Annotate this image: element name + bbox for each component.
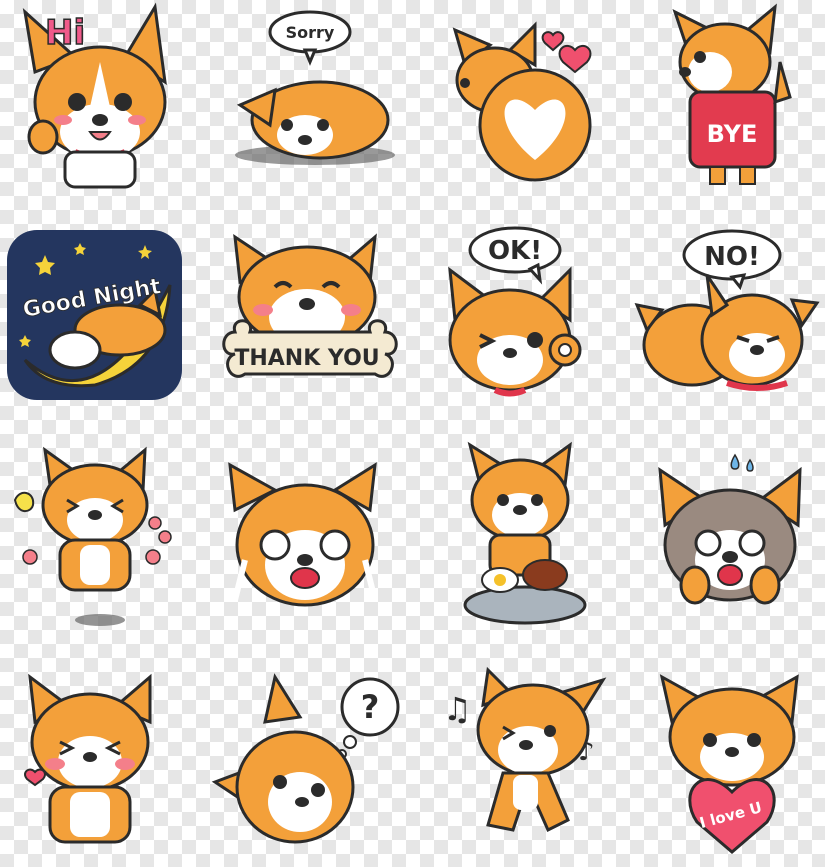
sticker-happy-jump	[5, 445, 195, 640]
sticker-text: NO!	[704, 242, 760, 272]
sticker-eating	[455, 440, 645, 635]
sweat-drop-icon	[730, 453, 754, 472]
thought-bubble: ?	[337, 677, 400, 759]
sticker-hi: Hi	[5, 2, 195, 197]
corgi-sweater: BYE	[672, 3, 792, 185]
sticker-text: Hi	[45, 13, 85, 53]
corgi-eating	[467, 441, 572, 577]
sticker-text: BYE	[707, 120, 758, 148]
sticker-thank-you: THANK YOU	[215, 232, 405, 427]
sticker-sorry: Sorry	[215, 10, 405, 205]
heart-icon	[24, 768, 46, 787]
sticker-text: Sorry	[286, 23, 335, 42]
corgi-shocked	[658, 466, 802, 605]
sticker-no: NO!	[632, 225, 822, 420]
sticker-ok: OK!	[440, 225, 630, 420]
steak-icon	[522, 559, 568, 591]
speech-bubble: OK!	[468, 226, 562, 285]
corgi-lying	[235, 80, 395, 165]
heart-icon	[541, 31, 592, 74]
speech-bubble: NO!	[682, 229, 782, 291]
sticker-text: THANK YOU	[234, 346, 379, 371]
corgi-laughing	[28, 673, 152, 844]
corgi-confused	[211, 673, 355, 844]
sticker-grid: Hi Sorry BYE Good Night THANK YOU OK! NO…	[0, 0, 825, 854]
corgi-jumping	[41, 446, 149, 592]
sticker-laughing	[20, 672, 210, 867]
sticker-i-love-u: I love U	[652, 672, 825, 867]
corgi-crying	[228, 462, 378, 607]
corgi-wink	[448, 266, 582, 397]
sticker-shocked	[650, 445, 825, 640]
butterfly-icon	[13, 491, 35, 513]
music-note-icon: ♫	[443, 690, 472, 728]
sticker-bye: BYE	[630, 2, 820, 197]
sticker-good-night: Good Night	[5, 225, 195, 420]
sticker-question: ?	[210, 672, 400, 867]
corgi-love	[659, 674, 799, 787]
speech-bubble: Sorry	[268, 10, 352, 66]
corgi-shaking	[634, 274, 820, 391]
sticker-dancing: ♫ ♪	[428, 665, 618, 860]
sticker-hearts-butt	[425, 5, 615, 200]
sticker-text: OK!	[488, 236, 542, 266]
food-bowl	[463, 585, 587, 625]
sticker-text: ?	[361, 688, 380, 726]
sticker-crying	[225, 450, 415, 645]
